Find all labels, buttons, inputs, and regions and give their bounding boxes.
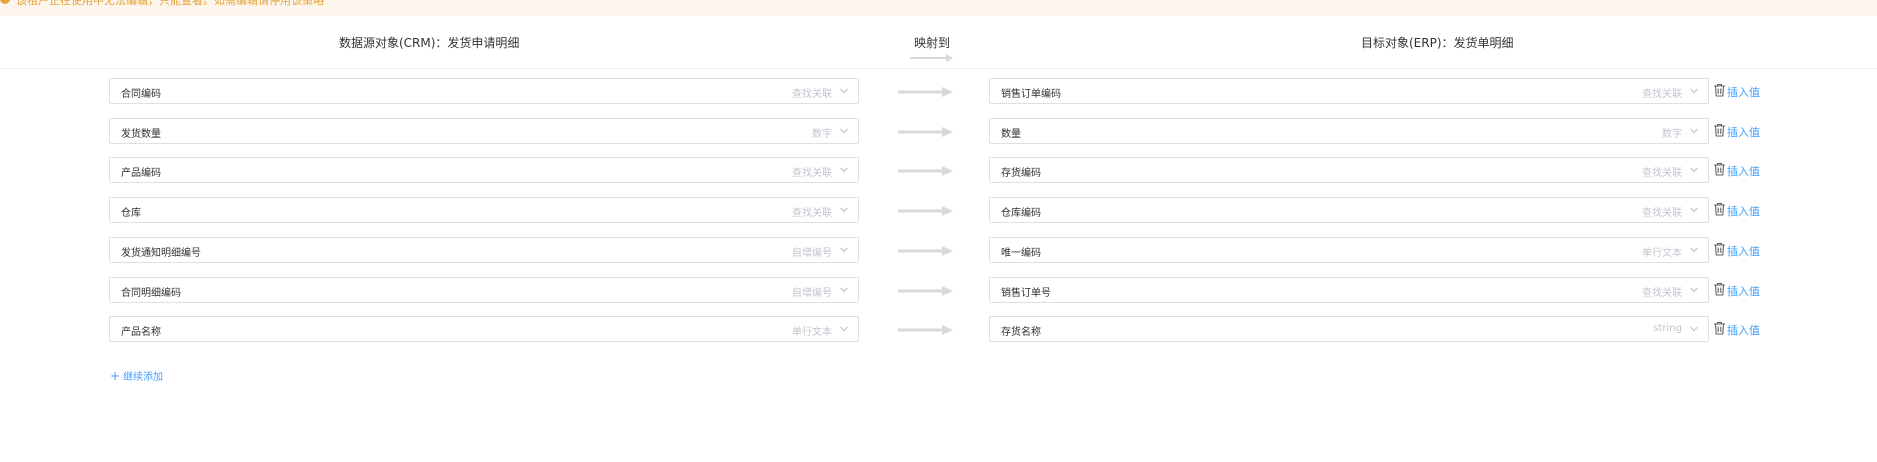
- source-object-title: 数据源对象(CRM)：发货申请明细: [339, 36, 520, 50]
- target-field-type: 单行文本: [1642, 248, 1682, 259]
- chevron-down-icon: [1690, 207, 1698, 213]
- map-arrow-icon: [898, 87, 953, 97]
- map-arrow-icon: [898, 206, 953, 216]
- chevron-down-icon: [840, 207, 848, 213]
- insert-value-link[interactable]: 插入值: [1727, 124, 1760, 140]
- insert-value-link[interactable]: 插入值: [1727, 84, 1760, 100]
- add-more-button[interactable]: + 继续添加: [110, 368, 163, 383]
- plus-icon: +: [110, 369, 121, 383]
- target-field-name: 销售订单编码: [1001, 89, 1061, 100]
- insert-value-link[interactable]: 插入值: [1727, 283, 1760, 299]
- source-field-select[interactable]: 发货通知明细编号 自增编号: [109, 237, 859, 263]
- target-field-select[interactable]: 销售订单号 查找关联: [989, 277, 1709, 303]
- target-field-name: 存货编码: [1001, 168, 1041, 179]
- trash-icon[interactable]: [1713, 321, 1726, 335]
- mapping-row: 产品名称 单行文本 存货名称 string 插入值: [0, 316, 1877, 344]
- target-field-name: 存货名称: [1001, 327, 1041, 338]
- chevron-down-icon: [840, 128, 848, 134]
- source-field-type: 查找关联: [792, 89, 832, 100]
- source-field-select[interactable]: 合同明细编码 自增编号: [109, 277, 859, 303]
- source-field-select[interactable]: 仓库 查找关联: [109, 197, 859, 223]
- source-field-name: 产品编码: [121, 168, 161, 179]
- map-arrow-icon: [898, 286, 953, 296]
- mapping-arrow-icon: [910, 54, 953, 62]
- mapping-row: 仓库 查找关联 仓库编码 查找关联 插入值: [0, 197, 1877, 225]
- chevron-down-icon: [1690, 247, 1698, 253]
- mapping-title: 映射到: [914, 36, 951, 50]
- target-field-type: 查找关联: [1642, 288, 1682, 299]
- chevron-down-icon: [1690, 167, 1698, 173]
- source-field-type: 查找关联: [792, 168, 832, 179]
- chevron-down-icon: [840, 88, 848, 94]
- chevron-down-icon: [840, 326, 848, 332]
- insert-value-link[interactable]: 插入值: [1727, 322, 1760, 338]
- target-field-type: 查找关联: [1642, 208, 1682, 219]
- chevron-down-icon: [840, 247, 848, 253]
- source-field-select[interactable]: 产品名称 单行文本: [109, 316, 859, 342]
- target-field-select[interactable]: 销售订单编码 查找关联: [989, 78, 1709, 104]
- target-field-select[interactable]: 存货编码 查找关联: [989, 157, 1709, 183]
- source-field-name: 仓库: [121, 208, 141, 219]
- chevron-down-icon: [840, 167, 848, 173]
- source-field-name: 发货数量: [121, 129, 161, 140]
- source-field-type: 查找关联: [792, 208, 832, 219]
- chevron-down-icon: [1690, 128, 1698, 134]
- target-field-select[interactable]: 唯一编码 单行文本: [989, 237, 1709, 263]
- mapping-row: 合同编码 查找关联 销售订单编码 查找关联 插入值: [0, 78, 1877, 106]
- warning-banner: 该租户正在使用中无法编辑，只能查看。如需编辑请停用该策略: [0, 0, 1877, 16]
- field-mapping-page: 该租户正在使用中无法编辑，只能查看。如需编辑请停用该策略 数据源对象(CRM)：…: [0, 0, 1877, 462]
- map-arrow-icon: [898, 246, 953, 256]
- source-field-type: 自增编号: [792, 248, 832, 259]
- trash-icon[interactable]: [1713, 242, 1726, 256]
- trash-icon[interactable]: [1713, 83, 1726, 97]
- source-field-name: 合同明细编码: [121, 288, 181, 299]
- add-more-label: 继续添加: [123, 372, 164, 383]
- warning-text: 该租户正在使用中无法编辑，只能查看。如需编辑请停用该策略: [16, 0, 324, 7]
- target-field-select[interactable]: 仓库编码 查找关联: [989, 197, 1709, 223]
- source-field-select[interactable]: 合同编码 查找关联: [109, 78, 859, 104]
- mapping-row: 合同明细编码 自增编号 销售订单号 查找关联 插入值: [0, 277, 1877, 305]
- target-object-title: 目标对象(ERP)：发货单明细: [1361, 36, 1514, 50]
- map-arrow-icon: [898, 325, 953, 335]
- mapping-header: 数据源对象(CRM)：发货申请明细 映射到 目标对象(ERP)：发货单明细: [0, 17, 1877, 69]
- chevron-down-icon: [840, 287, 848, 293]
- insert-value-link[interactable]: 插入值: [1727, 163, 1760, 179]
- target-field-type: 查找关联: [1642, 168, 1682, 179]
- source-field-type: 自增编号: [792, 288, 832, 299]
- source-field-type: 单行文本: [792, 327, 832, 338]
- source-field-name: 发货通知明细编号: [121, 248, 201, 259]
- target-field-name: 唯一编码: [1001, 248, 1041, 259]
- mapping-row: 发货通知明细编号 自增编号 唯一编码 单行文本 插入值: [0, 237, 1877, 265]
- source-field-name: 产品名称: [121, 327, 161, 338]
- trash-icon[interactable]: [1713, 162, 1726, 176]
- target-field-type: string: [1653, 323, 1682, 334]
- source-field-name: 合同编码: [121, 89, 161, 100]
- chevron-down-icon: [1690, 326, 1698, 332]
- chevron-down-icon: [1690, 287, 1698, 293]
- target-field-select[interactable]: 数量 数字: [989, 118, 1709, 144]
- mapping-row: 发货数量 数字 数量 数字 插入值: [0, 118, 1877, 146]
- trash-icon[interactable]: [1713, 202, 1726, 216]
- target-field-name: 数量: [1001, 129, 1021, 140]
- target-field-name: 仓库编码: [1001, 208, 1041, 219]
- target-field-type: 查找关联: [1642, 89, 1682, 100]
- source-field-type: 数字: [812, 129, 832, 140]
- mapping-row: 产品编码 查找关联 存货编码 查找关联 插入值: [0, 157, 1877, 185]
- target-field-select[interactable]: 存货名称 string: [989, 316, 1709, 342]
- map-arrow-icon: [898, 166, 953, 176]
- insert-value-link[interactable]: 插入值: [1727, 243, 1760, 259]
- trash-icon[interactable]: [1713, 123, 1726, 137]
- warning-icon: [0, 0, 10, 4]
- target-field-name: 销售订单号: [1001, 288, 1051, 299]
- chevron-down-icon: [1690, 88, 1698, 94]
- target-field-type: 数字: [1662, 129, 1682, 140]
- insert-value-link[interactable]: 插入值: [1727, 203, 1760, 219]
- trash-icon[interactable]: [1713, 282, 1726, 296]
- source-field-select[interactable]: 发货数量 数字: [109, 118, 859, 144]
- source-field-select[interactable]: 产品编码 查找关联: [109, 157, 859, 183]
- map-arrow-icon: [898, 127, 953, 137]
